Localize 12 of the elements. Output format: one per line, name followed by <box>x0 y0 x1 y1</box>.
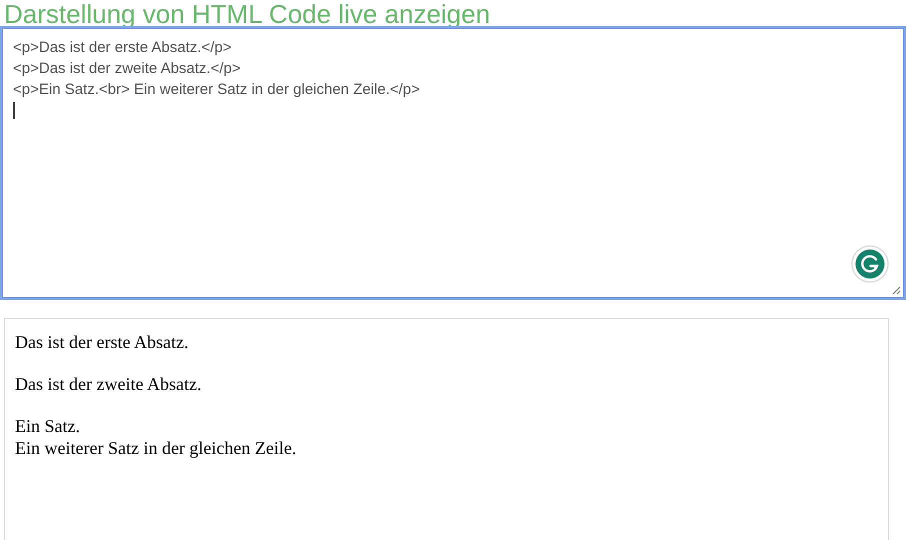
preview-text: Das ist der erste Absatz. <box>15 331 188 353</box>
preview-text: Ein Satz. <box>15 415 80 437</box>
code-line: <p>Das ist der zweite Absatz.</p> <box>13 59 241 79</box>
code-editor[interactable]: <p>Das ist der erste Absatz.</p> <p>Das ist der zweite Absatz.</p> <p>Ein Satz.<br> Ein weiterer Satz in der gleichen Zeile.</p> <box>2 28 904 298</box>
code-line: <p>Ein Satz.<br> Ein weiterer Satz in der gleichen Zeile.</p> <box>13 80 420 100</box>
preview-text: Das ist der zweite Absatz. <box>15 373 202 395</box>
resize-handle-icon[interactable] <box>891 285 901 295</box>
preview-text: Ein weiterer Satz in der gleichen Zeile. <box>15 437 296 459</box>
code-line: <p>Das ist der erste Absatz.</p> <box>13 38 232 58</box>
grammar-check-icon[interactable] <box>851 245 889 283</box>
text-cursor <box>13 102 15 119</box>
page-title: Darstellung von HTML Code live anzeigen <box>4 0 492 28</box>
